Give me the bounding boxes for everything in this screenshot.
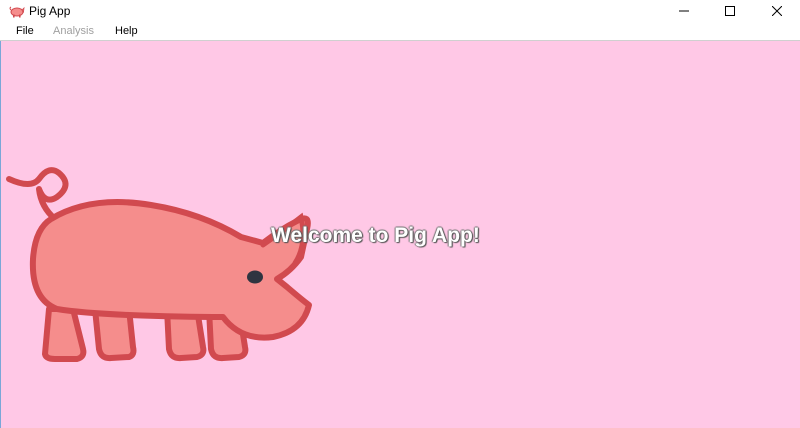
window-title: Pig App	[29, 4, 71, 18]
content-area: Welcome to Pig App!	[0, 41, 800, 428]
maximize-button[interactable]	[707, 0, 753, 22]
minimize-icon	[679, 6, 689, 16]
menu-analysis[interactable]: Analysis	[53, 25, 94, 38]
menu-help[interactable]: Help	[115, 25, 138, 38]
close-button[interactable]	[754, 0, 800, 22]
title-bar[interactable]: Pig App	[0, 0, 800, 22]
pig-illustration	[6, 167, 312, 362]
close-icon	[772, 6, 782, 16]
menu-file[interactable]: File	[16, 25, 34, 38]
maximize-icon	[725, 6, 735, 16]
app-window: Pig App File Analysis Help Welcome to Pi…	[0, 0, 800, 428]
menu-bar: File Analysis Help	[0, 22, 800, 41]
minimize-button[interactable]	[661, 0, 707, 22]
welcome-text: Welcome to Pig App!	[271, 224, 480, 247]
pig-icon	[9, 3, 25, 19]
